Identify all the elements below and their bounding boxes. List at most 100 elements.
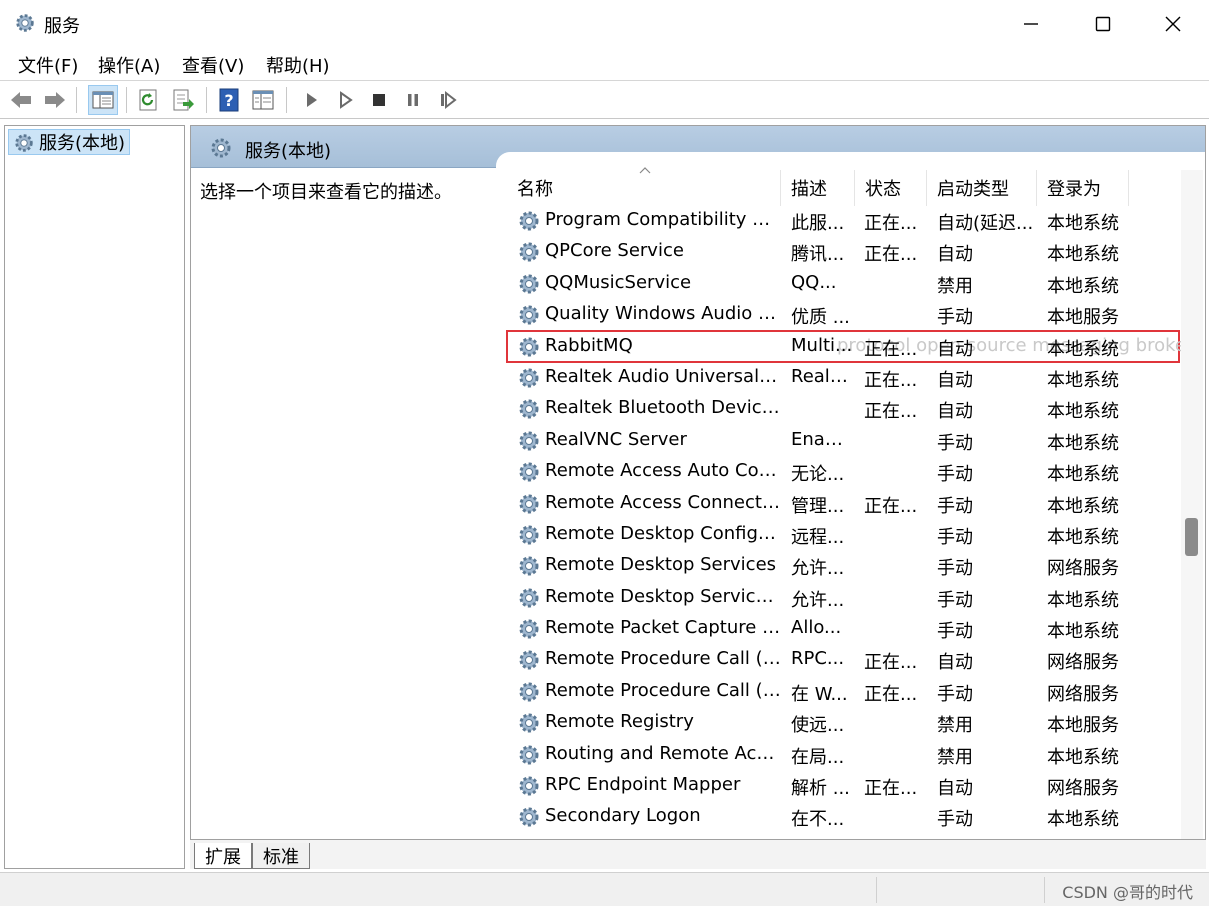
service-logon-as: 本地系统	[1047, 526, 1119, 548]
scrollbar-thumb[interactable]	[1185, 518, 1198, 556]
service-startup-type: 手动	[937, 495, 973, 517]
vertical-scrollbar[interactable]	[1181, 170, 1203, 842]
service-row[interactable]: Remote Packet Capture Pr... Allo... 手动 本地系统	[507, 613, 1179, 644]
gear-icon	[519, 274, 539, 294]
service-row[interactable]: QPCore Service 腾讯... 正在... 自动 本地系统	[507, 236, 1179, 267]
service-status: 正在...	[864, 338, 918, 360]
gear-icon	[519, 745, 539, 765]
service-row[interactable]: Realtek Audio Universal Se... Realt... 正在.…	[507, 362, 1179, 393]
service-row[interactable]: Remote Access Auto Conn... 无论... 手动 本地系统	[507, 456, 1179, 487]
service-description: 优质 ...	[791, 307, 850, 329]
service-status: 正在...	[864, 244, 918, 266]
service-description: 管理...	[791, 495, 845, 517]
service-row[interactable]: Routing and Remote Access 在局... 禁用 本地系统	[507, 739, 1179, 770]
menu-action[interactable]: 操作(A)	[96, 52, 162, 78]
column-header-startup-type[interactable]: 启动类型	[927, 170, 1037, 206]
service-description: 在局...	[791, 746, 845, 768]
pause-service-button[interactable]	[400, 87, 426, 113]
toolbar-separator	[286, 87, 287, 113]
menu-file[interactable]: 文件(F)	[16, 52, 80, 78]
service-description: 允许...	[791, 589, 845, 611]
service-row[interactable]: Realtek Bluetooth Device ... 正在... 自动 本地系统	[507, 393, 1179, 424]
service-logon-as: 本地系统	[1047, 589, 1119, 611]
service-description: Multi...	[791, 334, 853, 356]
stop-service-button[interactable]	[366, 87, 392, 113]
gear-icon	[519, 211, 539, 231]
title-bar: 服务	[0, 0, 1209, 47]
service-startup-type: 禁用	[937, 746, 973, 768]
forward-arrow-icon	[45, 92, 65, 108]
export-list-button[interactable]	[170, 87, 196, 113]
service-logon-as: 网络服务	[1047, 683, 1119, 705]
service-name: Program Compatibility Assi...	[545, 209, 781, 230]
show-hide-console-tree-button[interactable]	[88, 85, 118, 115]
service-description: Allo...	[791, 617, 842, 639]
service-status: 正在...	[864, 652, 918, 674]
tree-item-services-local[interactable]: 服务(本地)	[8, 129, 131, 155]
service-logon-as: 本地系统	[1047, 275, 1119, 297]
service-logon-as: 本地系统	[1047, 244, 1119, 266]
pause-icon	[408, 94, 418, 106]
service-startup-type: 自动(延迟...	[937, 213, 1034, 234]
gear-icon	[519, 368, 539, 388]
toolbar-separator	[76, 87, 77, 113]
service-row[interactable]: Remote Desktop Services 允许... 手动 网络服务	[507, 550, 1179, 581]
menu-view[interactable]: 查看(V)	[180, 52, 246, 78]
service-row[interactable]: RPC Endpoint Mapper 解析 ... 正在... 自动 网络服务	[507, 770, 1179, 801]
service-name: Realtek Bluetooth Device ...	[545, 397, 781, 419]
service-name: Remote Access Auto Conn...	[545, 460, 781, 482]
service-logon-as: 本地系统	[1047, 338, 1119, 360]
service-row[interactable]: Remote Access Connectio... 管理... 正在... 手动 本地…	[507, 488, 1179, 519]
service-row[interactable]: Secondary Logon 在不... 手动 本地系统	[507, 801, 1179, 832]
service-row[interactable]: Quality Windows Audio Vi... 优质 ... 手动 本地服务	[507, 299, 1179, 330]
properties-button[interactable]	[250, 87, 276, 113]
forward-button[interactable]	[42, 87, 68, 113]
service-name: RabbitMQ	[545, 334, 633, 356]
gear-icon	[519, 807, 539, 827]
service-startup-type: 自动	[937, 652, 973, 674]
stop-icon	[373, 94, 385, 106]
watermark: CSDN @哥的时代	[1062, 883, 1193, 902]
restart-service-button[interactable]	[434, 87, 460, 113]
service-name: RealVNC Server	[545, 428, 687, 450]
column-header-description[interactable]: 描述	[781, 170, 855, 206]
minimize-button[interactable]	[996, 0, 1066, 47]
service-row[interactable]: Remote Procedure Call (R... RPC... 正在... 自动…	[507, 644, 1179, 675]
maximize-icon	[1095, 16, 1111, 31]
service-logon-as: 本地系统	[1047, 621, 1119, 643]
menu-help[interactable]: 帮助(H)	[264, 52, 332, 78]
column-header-status[interactable]: 状态	[855, 170, 927, 206]
column-header-name[interactable]: 名称	[507, 170, 781, 206]
help-button[interactable]: ?	[216, 87, 242, 113]
maximize-button[interactable]	[1068, 0, 1138, 47]
column-header-logon-as[interactable]: 登录为	[1037, 170, 1129, 206]
tab-extended[interactable]: 扩展	[194, 843, 252, 869]
service-row[interactable]: protocol open source messaging broker Rab…	[506, 329, 1193, 363]
service-description: 使远...	[791, 715, 845, 737]
service-row[interactable]: Remote Registry 使远... 禁用 本地服务	[507, 707, 1179, 738]
service-row[interactable]: Remote Desktop Services ... 允许... 手动 本地系统	[507, 582, 1179, 613]
service-description: RPC...	[791, 648, 845, 670]
service-row[interactable]: Remote Desktop Configur... 远程... 手动 本地系统	[507, 519, 1179, 550]
service-description: 腾讯...	[791, 244, 845, 266]
start-service-button[interactable]	[298, 87, 324, 113]
toolbar: ?	[0, 81, 1209, 119]
close-button[interactable]	[1138, 0, 1208, 47]
back-button[interactable]	[8, 87, 34, 113]
service-row[interactable]: Remote Procedure Call (R... 在 W... 正在... 手动…	[507, 676, 1179, 707]
status-separator	[1044, 877, 1045, 903]
start-service-alt-button[interactable]	[332, 87, 358, 113]
gear-icon	[519, 399, 539, 419]
description-pane: 选择一个项目来查看它的描述。	[200, 182, 452, 203]
refresh-button[interactable]	[136, 87, 162, 113]
service-startup-type: 自动	[937, 338, 973, 360]
service-row[interactable]: Program Compatibility Assi... 此服... 正在... 自…	[507, 205, 1179, 236]
gear-icon	[519, 525, 539, 545]
service-description: 解析 ...	[791, 778, 850, 800]
tab-standard[interactable]: 标准	[252, 843, 310, 869]
service-startup-type: 自动	[937, 778, 973, 800]
service-row[interactable]: QQMusicService QQ... 禁用 本地系统	[507, 268, 1179, 299]
gear-icon	[519, 556, 539, 576]
console-tree: 服务(本地)	[4, 125, 185, 869]
service-row[interactable]: RealVNC Server Enab... 手动 本地系统	[507, 425, 1179, 456]
